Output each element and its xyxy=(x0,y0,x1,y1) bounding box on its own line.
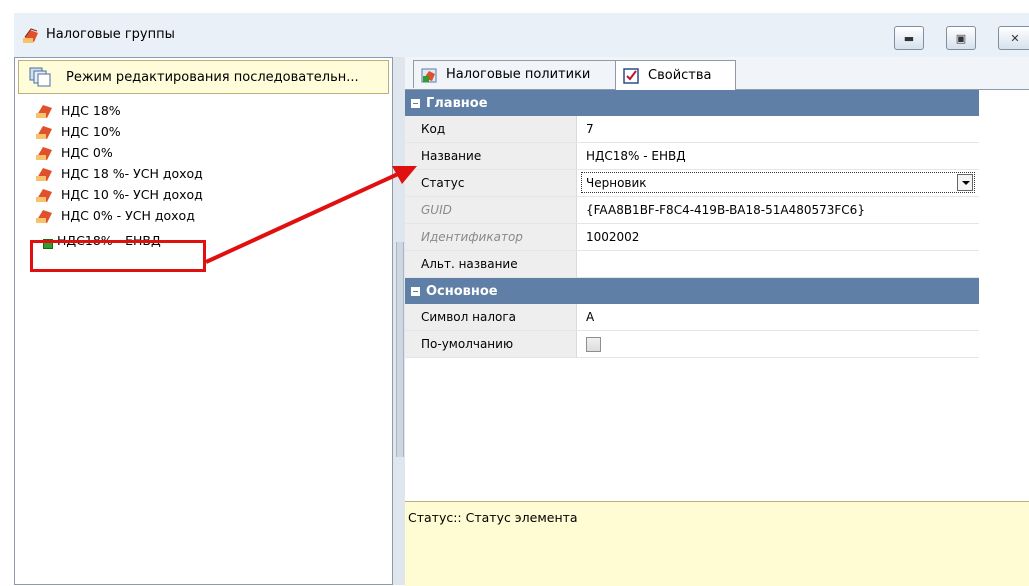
highlight-box xyxy=(30,240,206,272)
collapse-icon[interactable] xyxy=(411,98,420,108)
tax-group-icon xyxy=(36,126,52,139)
title-bar: Налоговые группы ▬ ▣ ✕ xyxy=(14,13,1029,58)
tree-item[interactable]: НДС 0% xyxy=(35,142,113,162)
property-row-default[interactable]: По-умолчанию xyxy=(405,331,979,358)
property-name: Альт. название xyxy=(405,251,577,277)
properties-icon xyxy=(623,67,639,84)
property-name: GUID xyxy=(405,197,577,223)
property-name: Название xyxy=(405,143,577,169)
property-name: Код xyxy=(405,116,577,142)
tab-properties[interactable]: Свойства xyxy=(615,60,736,90)
tree-item-label: НДС 0% - УСН доход xyxy=(61,207,195,223)
property-name: Статус xyxy=(405,170,577,196)
tax-group-icon xyxy=(36,147,52,160)
minimize-button[interactable]: ▬ xyxy=(894,26,924,50)
dropdown-arrow-icon[interactable] xyxy=(957,174,973,191)
maximize-icon: ▣ xyxy=(955,31,967,45)
property-value[interactable] xyxy=(578,251,979,277)
property-value: НДС18% - ЕНВД xyxy=(586,149,686,163)
tree-item-label: НДС 0% xyxy=(61,144,113,160)
details-panel: Налоговые политики Свойства Главное Код … xyxy=(405,57,1029,586)
tax-policy-icon xyxy=(421,68,437,82)
tree-item-label: НДС 18% xyxy=(61,102,121,118)
tree-item-label: НДС 18 %- УСН доход xyxy=(61,165,203,181)
property-row-identifier[interactable]: Идентификатор 1002002 xyxy=(405,224,979,251)
property-name: По-умолчанию xyxy=(405,331,577,357)
property-value xyxy=(578,331,979,357)
close-icon: ✕ xyxy=(1010,31,1020,45)
window: Налоговые группы ▬ ▣ ✕ Режим редактирова… xyxy=(0,0,1029,586)
section-header-basic[interactable]: Основное xyxy=(405,278,979,304)
tree-panel: Режим редактирования последовательн... Н… xyxy=(14,57,393,585)
property-row-name[interactable]: Название НДС18% - ЕНВД xyxy=(405,143,979,170)
status-select[interactable]: Черновик xyxy=(581,172,975,193)
tab-strip: Налоговые политики Свойства xyxy=(405,57,1029,90)
maximize-button[interactable]: ▣ xyxy=(946,26,976,50)
property-value: 7 xyxy=(586,122,594,136)
tab-label: Свойства xyxy=(648,68,712,83)
status-value: Черновик xyxy=(586,175,647,190)
sequence-edit-icon xyxy=(29,67,51,87)
tax-group-icon xyxy=(36,210,52,223)
tax-group-icon xyxy=(36,105,52,118)
tax-group-icon xyxy=(36,189,52,202)
property-row-guid[interactable]: GUID {FAA8B1BF-F8C4-419B-BA18-51A480573F… xyxy=(405,197,979,224)
property-row-status[interactable]: Статус Черновик xyxy=(405,170,979,197)
property-row-tax-symbol[interactable]: Символ налога A xyxy=(405,304,979,331)
default-checkbox[interactable] xyxy=(586,336,601,352)
edit-mode-label: Режим редактирования последовательн... xyxy=(66,70,359,85)
property-row-code[interactable]: Код 7 xyxy=(405,116,979,143)
tree-item-label: НДС 10% xyxy=(61,123,121,139)
tree-item[interactable]: НДС 10 %- УСН доход xyxy=(35,184,203,204)
background-strip xyxy=(0,0,1029,13)
tab-tax-policies[interactable]: Налоговые политики xyxy=(413,60,621,88)
splitter-grip[interactable] xyxy=(396,242,404,457)
section-title: Основное xyxy=(426,283,498,299)
description-panel: Статус:: Статус элемента xyxy=(405,501,1029,586)
tree-item[interactable]: НДС 0% - УСН доход xyxy=(35,205,195,225)
tree-item-label: НДС 10 %- УСН доход xyxy=(61,186,203,202)
window-title: Налоговые группы xyxy=(46,27,175,42)
property-value: 1002002 xyxy=(586,230,640,244)
property-value: {FAA8B1BF-F8C4-419B-BA18-51A480573FC6} xyxy=(586,203,865,217)
close-button[interactable]: ✕ xyxy=(998,26,1029,50)
grid-empty-area xyxy=(405,371,1029,501)
property-value: A xyxy=(586,310,595,324)
description-text: Статус:: Статус элемента xyxy=(408,510,578,525)
property-name: Символ налога xyxy=(405,304,577,330)
section-title: Главное xyxy=(426,95,488,111)
section-header-main[interactable]: Главное xyxy=(405,90,979,116)
tree-item[interactable]: НДС 10% xyxy=(35,121,121,141)
collapse-icon[interactable] xyxy=(411,286,420,296)
splitter[interactable] xyxy=(393,57,405,585)
tab-label: Налоговые политики xyxy=(446,67,591,82)
tree-item[interactable]: НДС 18% xyxy=(35,100,121,120)
edit-mode-bar[interactable]: Режим редактирования последовательн... xyxy=(18,60,389,94)
property-row-alt-name[interactable]: Альт. название xyxy=(405,251,979,278)
tree-item[interactable]: НДС 18 %- УСН доход xyxy=(35,163,203,183)
tax-group-icon xyxy=(36,168,52,181)
tax-group-icon xyxy=(23,28,38,43)
minimize-icon: ▬ xyxy=(903,31,915,45)
property-name: Идентификатор xyxy=(405,224,577,250)
